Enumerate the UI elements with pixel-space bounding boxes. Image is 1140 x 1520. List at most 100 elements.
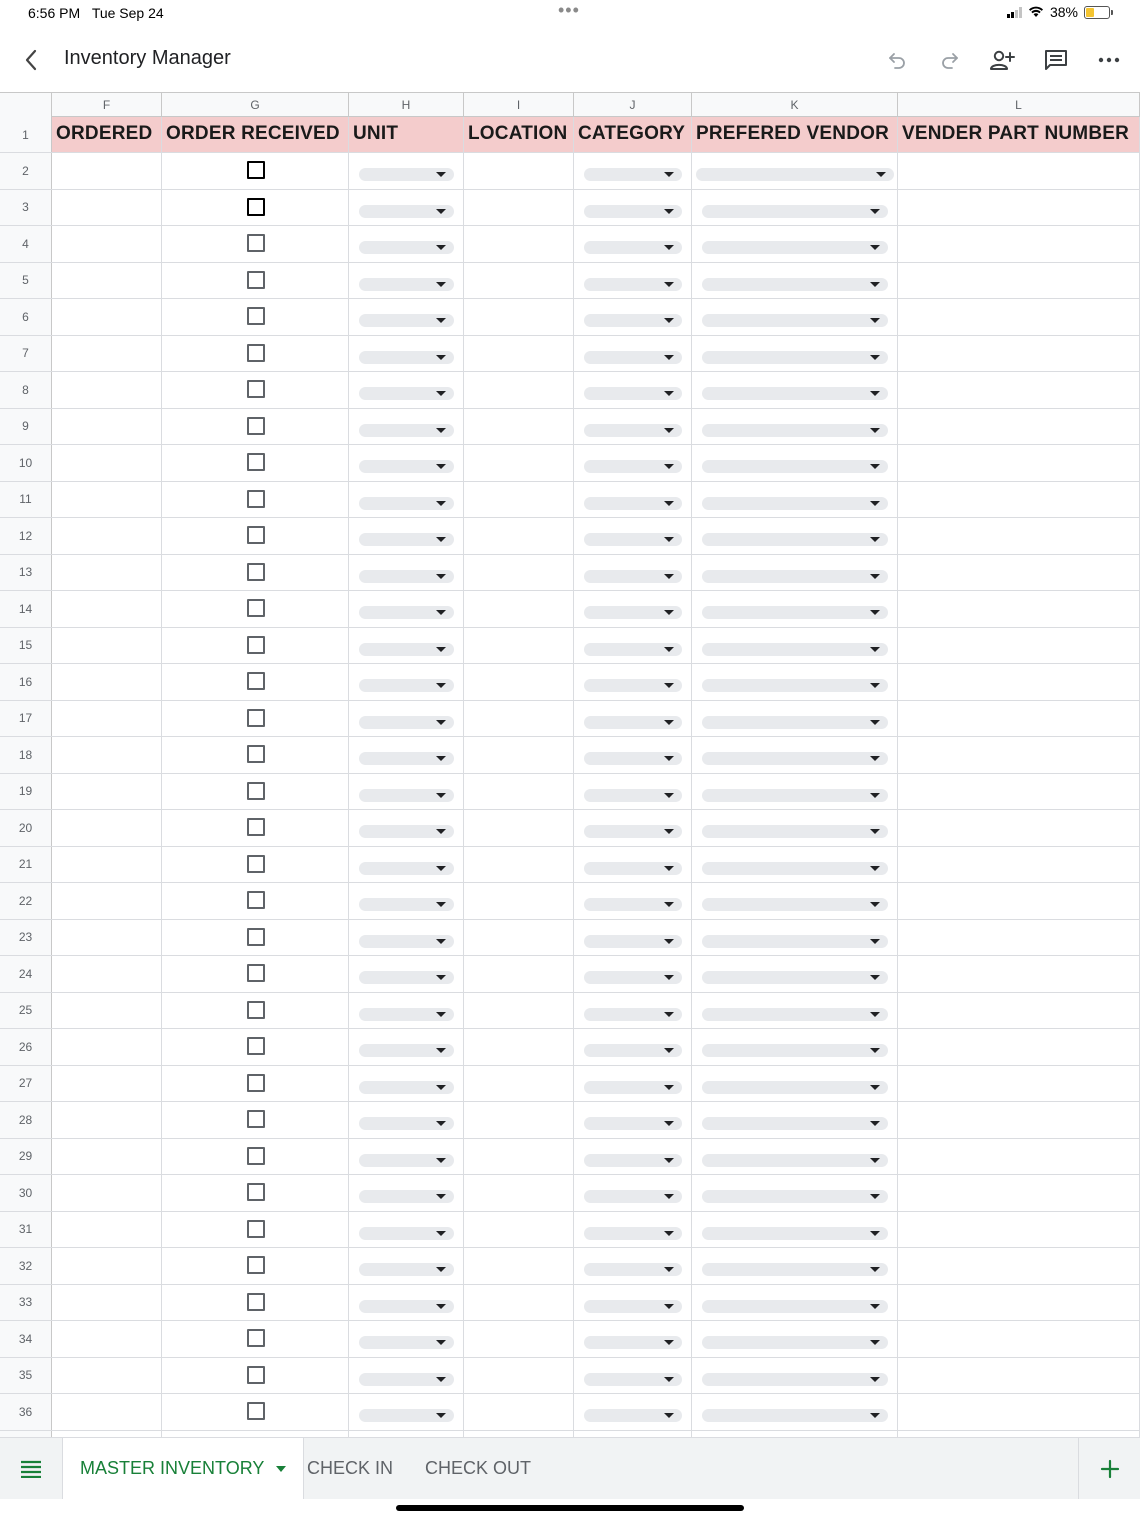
row-number[interactable]: 7: [0, 335, 52, 371]
row-number[interactable]: 4: [0, 226, 52, 262]
cell-k[interactable]: [692, 1321, 898, 1357]
dropdown-chip[interactable]: [584, 1117, 682, 1130]
dropdown-chip[interactable]: [359, 642, 454, 656]
cell-f[interactable]: [52, 1065, 162, 1101]
cell-k[interactable]: [692, 1102, 898, 1138]
dropdown-chip[interactable]: [584, 204, 682, 218]
cell-j[interactable]: [574, 1357, 692, 1393]
cell-f[interactable]: [52, 518, 162, 554]
dropdown-chip[interactable]: [359, 1226, 454, 1240]
row-number[interactable]: 33: [0, 1284, 52, 1320]
cell-k[interactable]: [692, 518, 898, 554]
cell-i[interactable]: [464, 262, 574, 298]
dropdown-chip[interactable]: [702, 350, 888, 364]
cell-h[interactable]: [349, 1211, 464, 1247]
row-number[interactable]: 11: [0, 481, 52, 517]
cell-k[interactable]: [692, 1357, 898, 1393]
cell-k[interactable]: [692, 335, 898, 371]
cell-g[interactable]: [162, 481, 349, 517]
row-number[interactable]: 10: [0, 445, 52, 481]
dropdown-chip[interactable]: [584, 168, 682, 181]
cell-i[interactable]: [464, 883, 574, 919]
dropdown-chip[interactable]: [359, 1299, 454, 1313]
cell-f[interactable]: [52, 262, 162, 298]
cell-j[interactable]: [574, 408, 692, 444]
cell-j[interactable]: [574, 956, 692, 992]
dropdown-chip[interactable]: [702, 387, 888, 400]
dropdown-chip[interactable]: [584, 752, 682, 765]
cell-l[interactable]: [898, 919, 1140, 955]
row-number[interactable]: 18: [0, 737, 52, 773]
dropdown-chip[interactable]: [584, 788, 682, 802]
cell-f[interactable]: [52, 1284, 162, 1320]
cell-j[interactable]: [574, 883, 692, 919]
row-number[interactable]: 12: [0, 518, 52, 554]
cell-j[interactable]: [574, 262, 692, 298]
cell-i[interactable]: [464, 846, 574, 882]
row-number[interactable]: 1: [0, 117, 52, 152]
order-received-checkbox[interactable]: [246, 489, 265, 508]
cell-l[interactable]: [898, 1211, 1140, 1247]
row-number[interactable]: 17: [0, 700, 52, 736]
cell-g[interactable]: [162, 992, 349, 1028]
cell-f[interactable]: [52, 299, 162, 335]
dropdown-chip[interactable]: [359, 496, 454, 510]
dropdown-chip[interactable]: [702, 1117, 888, 1130]
cell-k[interactable]: [692, 700, 898, 736]
dropdown-chip[interactable]: [702, 1226, 888, 1240]
cell-g[interactable]: [162, 1357, 349, 1393]
dropdown-chip[interactable]: [702, 752, 888, 765]
order-received-checkbox[interactable]: [246, 1402, 265, 1420]
cell-g[interactable]: [162, 1175, 349, 1211]
dropdown-chip[interactable]: [702, 825, 888, 838]
cell-f[interactable]: [52, 773, 162, 809]
row-number[interactable]: 23: [0, 919, 52, 955]
cell-j[interactable]: [574, 1102, 692, 1138]
dropdown-chip[interactable]: [359, 204, 454, 218]
dropdown-chip[interactable]: [702, 569, 888, 583]
cell-i[interactable]: [464, 992, 574, 1028]
cell-h[interactable]: [349, 627, 464, 663]
cell-k[interactable]: [692, 846, 898, 882]
dropdown-chip[interactable]: [584, 715, 682, 729]
row-number[interactable]: 15: [0, 627, 52, 663]
cell-i[interactable]: [464, 956, 574, 992]
cell-g[interactable]: [162, 408, 349, 444]
cell-h[interactable]: [349, 810, 464, 846]
cell-k[interactable]: [692, 664, 898, 700]
cell-j[interactable]: [574, 445, 692, 481]
cell-j[interactable]: [574, 518, 692, 554]
dropdown-chip[interactable]: [359, 387, 454, 400]
cell-i[interactable]: [464, 554, 574, 590]
dropdown-chip[interactable]: [584, 825, 682, 838]
dropdown-chip[interactable]: [702, 496, 888, 510]
order-received-checkbox[interactable]: [246, 1183, 265, 1201]
cell-f[interactable]: [52, 1102, 162, 1138]
cell-k[interactable]: [692, 956, 898, 992]
dropdown-chip[interactable]: [359, 971, 454, 984]
cell-k[interactable]: [692, 299, 898, 335]
back-button[interactable]: [14, 46, 48, 74]
spreadsheet-grid[interactable]: FGHIJKL 1 ORDERED ORDER RECEIVED UNIT LOCATI…: [0, 92, 1140, 1437]
dropdown-chip[interactable]: [584, 1190, 682, 1203]
row-number[interactable]: 32: [0, 1248, 52, 1284]
dropdown-chip[interactable]: [584, 934, 682, 948]
cell-g[interactable]: [162, 737, 349, 773]
cell-f[interactable]: [52, 226, 162, 262]
dropdown-chip[interactable]: [702, 1372, 888, 1386]
column-letter-j[interactable]: J: [574, 93, 692, 117]
cell-j[interactable]: [574, 335, 692, 371]
cell-l[interactable]: [898, 518, 1140, 554]
dropdown-chip[interactable]: [702, 1336, 888, 1349]
dropdown-chip[interactable]: [359, 569, 454, 583]
column-letter-i[interactable]: I: [464, 93, 574, 117]
cell-l[interactable]: [898, 1321, 1140, 1357]
cell-i[interactable]: [464, 445, 574, 481]
cell-f[interactable]: [52, 956, 162, 992]
dropdown-chip[interactable]: [702, 606, 888, 619]
dropdown-chip[interactable]: [359, 679, 454, 692]
cell-l[interactable]: [898, 737, 1140, 773]
cell-l[interactable]: [898, 153, 1140, 189]
cell-g[interactable]: [162, 1321, 349, 1357]
cell-g[interactable]: [162, 372, 349, 408]
